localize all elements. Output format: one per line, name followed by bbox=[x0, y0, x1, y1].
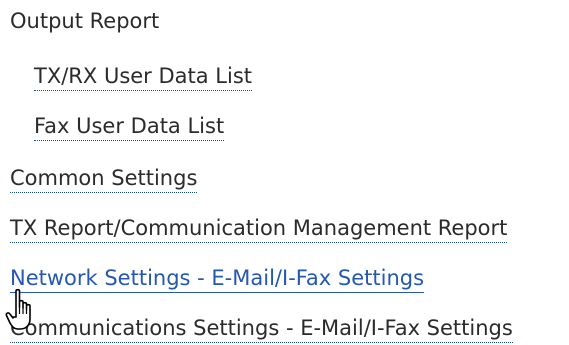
link-network-settings-email-ifax[interactable]: Network Settings - E-Mail/I-Fax Settings bbox=[10, 265, 425, 293]
link-communications-settings-email-ifax[interactable]: Communications Settings - E-Mail/I-Fax S… bbox=[10, 315, 513, 343]
link-fax-user-data-list[interactable]: Fax User Data List bbox=[34, 113, 225, 141]
link-tx-report-communication-management-report[interactable]: TX Report/Communication Management Repor… bbox=[10, 215, 508, 243]
link-tx-rx-user-data-list[interactable]: TX/RX User Data List bbox=[34, 63, 253, 91]
link-common-settings[interactable]: Common Settings bbox=[10, 165, 198, 193]
settings-menu: Output Report TX/RX User Data List Fax U… bbox=[0, 0, 569, 345]
menu-heading-output-report: Output Report bbox=[10, 9, 160, 33]
